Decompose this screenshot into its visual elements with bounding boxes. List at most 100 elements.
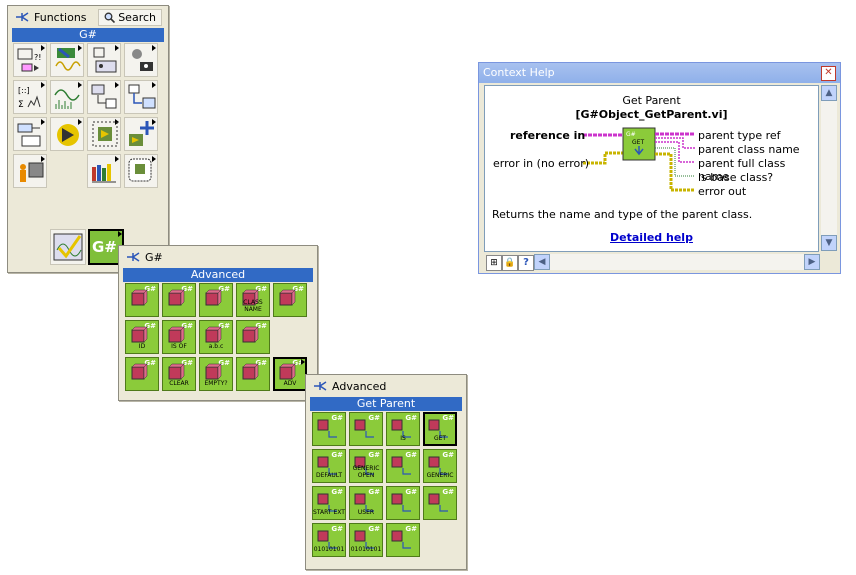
file-io-icon [91,84,117,109]
functions-palette-header: Functions Search [8,6,168,28]
gsharp-icon-clear[interactable]: G# CLEAR [162,357,196,391]
function-icon-structures[interactable]: ?! [13,43,47,77]
adv-icon-default-label: DEFAULT [316,472,342,479]
application-icon [92,121,118,147]
select-vi-icon [128,158,152,182]
object-cube-icon [131,363,148,380]
gsharp-icon-get[interactable]: G# [199,283,233,317]
gsharp-icon-is-of[interactable]: G# IS OF [162,320,196,354]
adv-icon-user-label: USER [357,509,375,516]
function-icon-cluster[interactable] [87,43,121,77]
gsharp-icon-grid: G# G# G# G# CLASS NAME G# G# ID G# IS OF G# a.b.c G#… [125,283,313,395]
adv-icon-start-ext[interactable]: G# START EXT [312,486,346,520]
adv-icon-user[interactable]: G# USER [349,486,383,520]
plus-icon [129,121,154,146]
search-button-label: Search [118,10,156,24]
vi-description: Returns the name and type of the parent … [492,208,753,221]
adv-icon-generic-open[interactable]: G# GENERIC OPEN [349,449,383,483]
search-icon [104,12,116,23]
function-icon-user-libraries[interactable] [13,154,47,188]
g-sharp-label: G# [92,238,117,256]
function-icon-application[interactable] [87,117,121,151]
function-icon-addons[interactable] [124,117,158,151]
gsharp-icon-class-name-label: CLASS NAME [243,299,263,313]
object-cube-icon [279,289,296,306]
scroll-down-button[interactable]: ▼ [821,235,837,251]
gsharp-icon-clear-label: CLEAR [169,380,189,387]
function-icon-connectivity[interactable] [13,117,47,151]
output-is-base-class: is base class? [698,171,774,184]
close-icon[interactable]: ✕ [821,66,836,81]
structures-icon: ?! [17,48,41,72]
adv-icon-binary-down[interactable]: G# 01010101 [312,523,346,557]
function-icon-numeric[interactable]: [::] Σ [13,80,47,114]
scroll-right-button[interactable]: ▶ [804,254,820,270]
adv-icon-delete[interactable]: G# [386,523,420,557]
advanced-palette-header: Advanced [306,375,466,397]
advanced-icon-grid: G# G# G# IS G# GET G# DEFAULT G# GENERIC OPEN G# G#… [312,412,462,562]
show-optional-terminals-icon[interactable]: ⊞ [486,255,502,271]
functions-palette-title: Functions [34,10,87,24]
adv-icon-start-ext-label: START EXT [313,509,345,516]
functions-category-bar: G# [12,28,164,42]
function-icon-select-vi[interactable] [87,154,121,188]
advanced-palette-title: Advanced [332,379,387,393]
books-icon [92,164,116,183]
adv-icon-is-question-label: IS [400,435,406,442]
adv-icon-cast-up[interactable]: G# [349,412,383,446]
search-button[interactable]: Search [98,8,162,26]
pin-icon[interactable] [312,379,328,393]
gsharp-palette: G# Advanced G# G# G# G# CLASS NAME G# G# ID G# IS… [118,245,318,401]
adv-icon-select[interactable]: G# [386,449,420,483]
adv-icon-binary-up-label: 01010101 [350,546,382,553]
output-error-out: error out [698,185,747,198]
gsharp-category-bar: Advanced [123,268,313,282]
gsharp-icon-is-empty[interactable]: G# EMPTY? [199,357,233,391]
object-cube-icon [168,289,185,306]
function-icon-checkmark-vi[interactable] [50,229,86,265]
function-icon-express[interactable] [50,117,84,151]
pin-icon[interactable] [125,250,141,264]
pin-icon[interactable] [14,10,30,24]
adv-icon-get-parent[interactable]: G# GET [423,412,457,446]
adv-icon-info[interactable]: G# [386,486,420,520]
scroll-left-button[interactable]: ◀ [534,254,550,270]
gsharp-icon-string[interactable]: G# a.b.c [199,320,233,354]
svg-text:[::]: [::] [18,86,30,95]
gsharp-icon-adv[interactable]: G# ADV [273,357,307,391]
function-icon-file-io[interactable] [87,80,121,114]
lock-icon[interactable]: 🔒 [502,255,518,271]
table-icon [128,84,156,109]
vi-name: Get Parent [622,94,681,107]
function-icon-table[interactable] [124,80,158,114]
wire-parent-class-name [655,137,695,149]
numeric-icon: [::]Σ [18,86,41,110]
function-icon-analyze[interactable] [50,80,84,114]
horizontal-scrollbar[interactable]: ◀ ▶ [534,254,820,270]
gsharp-icon-frame[interactable]: G# [273,283,307,317]
adv-icon-generic-label: GENERIC [426,472,454,479]
adv-icon-cast-down[interactable]: G# [312,412,346,446]
gsharp-icon-new[interactable]: G# [125,283,159,317]
detailed-help-link[interactable]: Detailed help [485,231,818,244]
adv-icon-is-question[interactable]: G# IS [386,412,420,446]
help-question-icon[interactable]: ? [518,255,534,271]
function-icon-instrument-io[interactable] [124,43,158,77]
adv-icon-default[interactable]: G# DEFAULT [312,449,346,483]
gsharp-icon-destroy[interactable]: G# [162,283,196,317]
adv-icon-binary-up[interactable]: G# 01010101 [349,523,383,557]
gsharp-icon-id[interactable]: G# ID [125,320,159,354]
vertical-scrollbar[interactable]: ▲ ▼ [821,85,837,251]
gsharp-icon-play[interactable]: G# [125,357,159,391]
gsharp-icon-equal[interactable]: G# [236,320,270,354]
adv-icon-generic[interactable]: G# GENERIC [423,449,457,483]
function-icon-arrays[interactable] [50,43,84,77]
scroll-up-button[interactable]: ▲ [821,85,837,101]
object-cube-icon [242,326,259,343]
gsharp-icon-class-name[interactable]: G# CLASS NAME [236,283,270,317]
gsharp-icon-object[interactable]: G# [236,357,270,391]
object-cube-icon [242,363,259,380]
object-cube-icon [391,493,411,512]
adv-icon-gsharp-box[interactable]: G# [423,486,457,520]
function-icon-vi-chooser[interactable] [124,154,158,188]
